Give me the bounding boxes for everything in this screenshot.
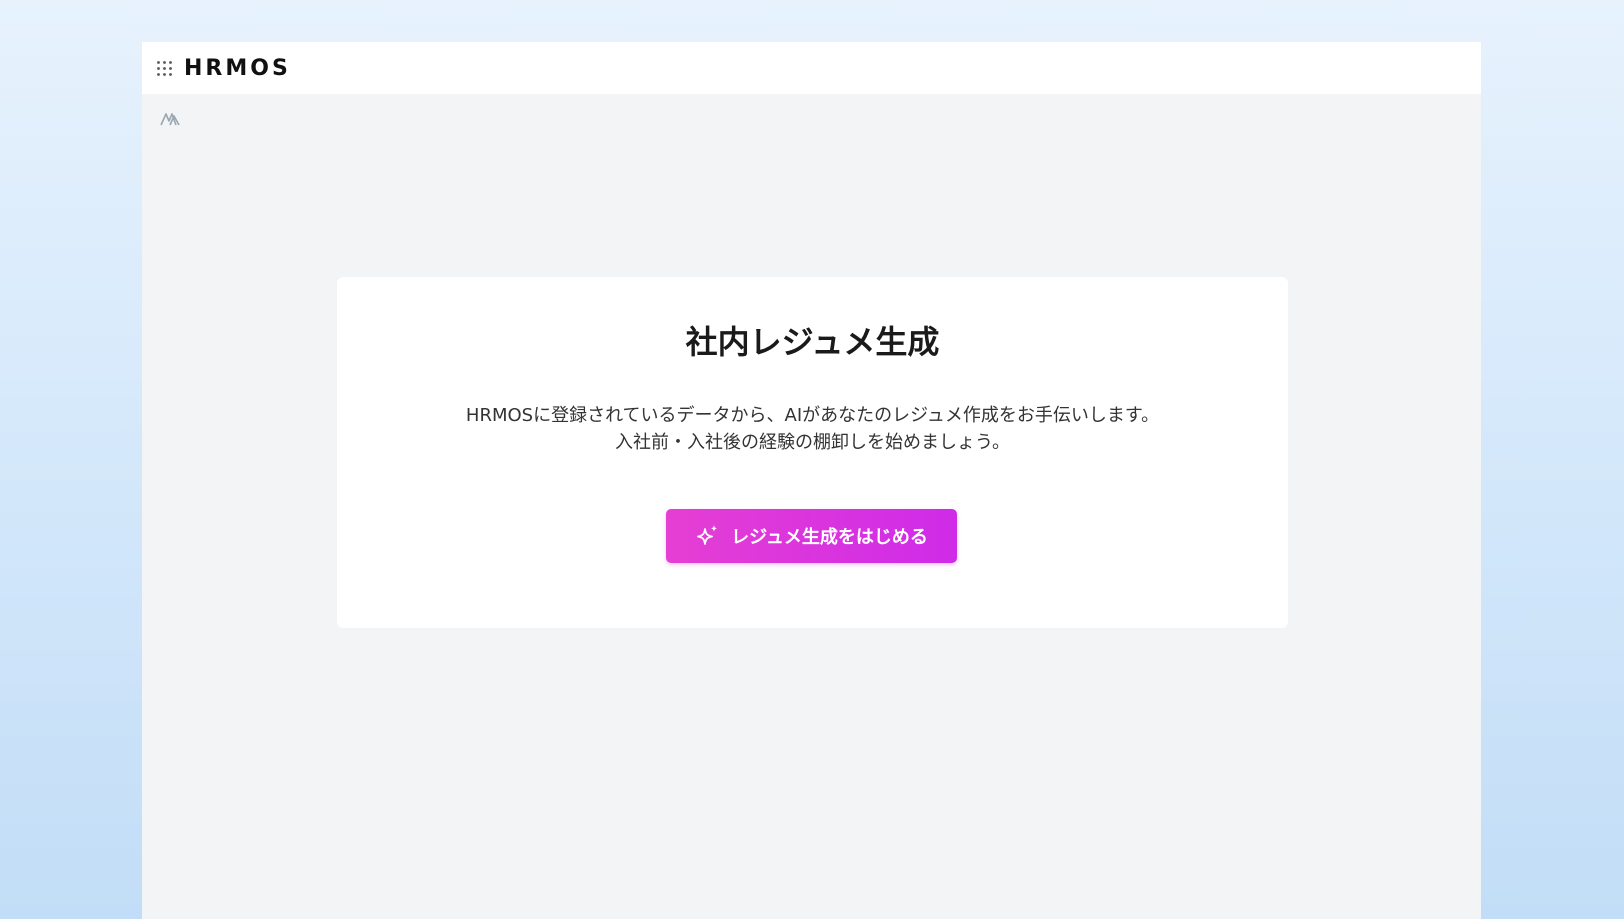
sparkle-icon	[695, 523, 721, 549]
description-line-1: HRMOSに登録されているデータから、AIがあなたのレジュメ作成をお手伝いします…	[465, 405, 1160, 426]
card-description: HRMOSに登録されているデータから、AIがあなたのレジュメ作成をお手伝いします…	[337, 402, 1288, 456]
app-window: HRMOS 社内レジュメ生成 HRMOSに登録されているデータから、AIがあなた…	[142, 42, 1481, 919]
start-button-label: レジュメ生成をはじめる	[731, 527, 928, 548]
grid-dots-icon[interactable]	[156, 60, 173, 77]
description-line-2: 入社前・入社後の経験の棚卸しを始めましょう。	[615, 432, 1010, 453]
start-resume-generation-button[interactable]: レジュメ生成をはじめる	[666, 509, 957, 563]
page-title: 社内レジュメ生成	[685, 323, 940, 361]
hrmos-mark-icon	[160, 111, 182, 126]
hrmos-logo[interactable]: HRMOS	[184, 53, 291, 83]
resume-intro-card: 社内レジュメ生成 HRMOSに登録されているデータから、AIがあなたのレジュメ作…	[337, 277, 1288, 628]
top-header: HRMOS	[142, 42, 1481, 94]
